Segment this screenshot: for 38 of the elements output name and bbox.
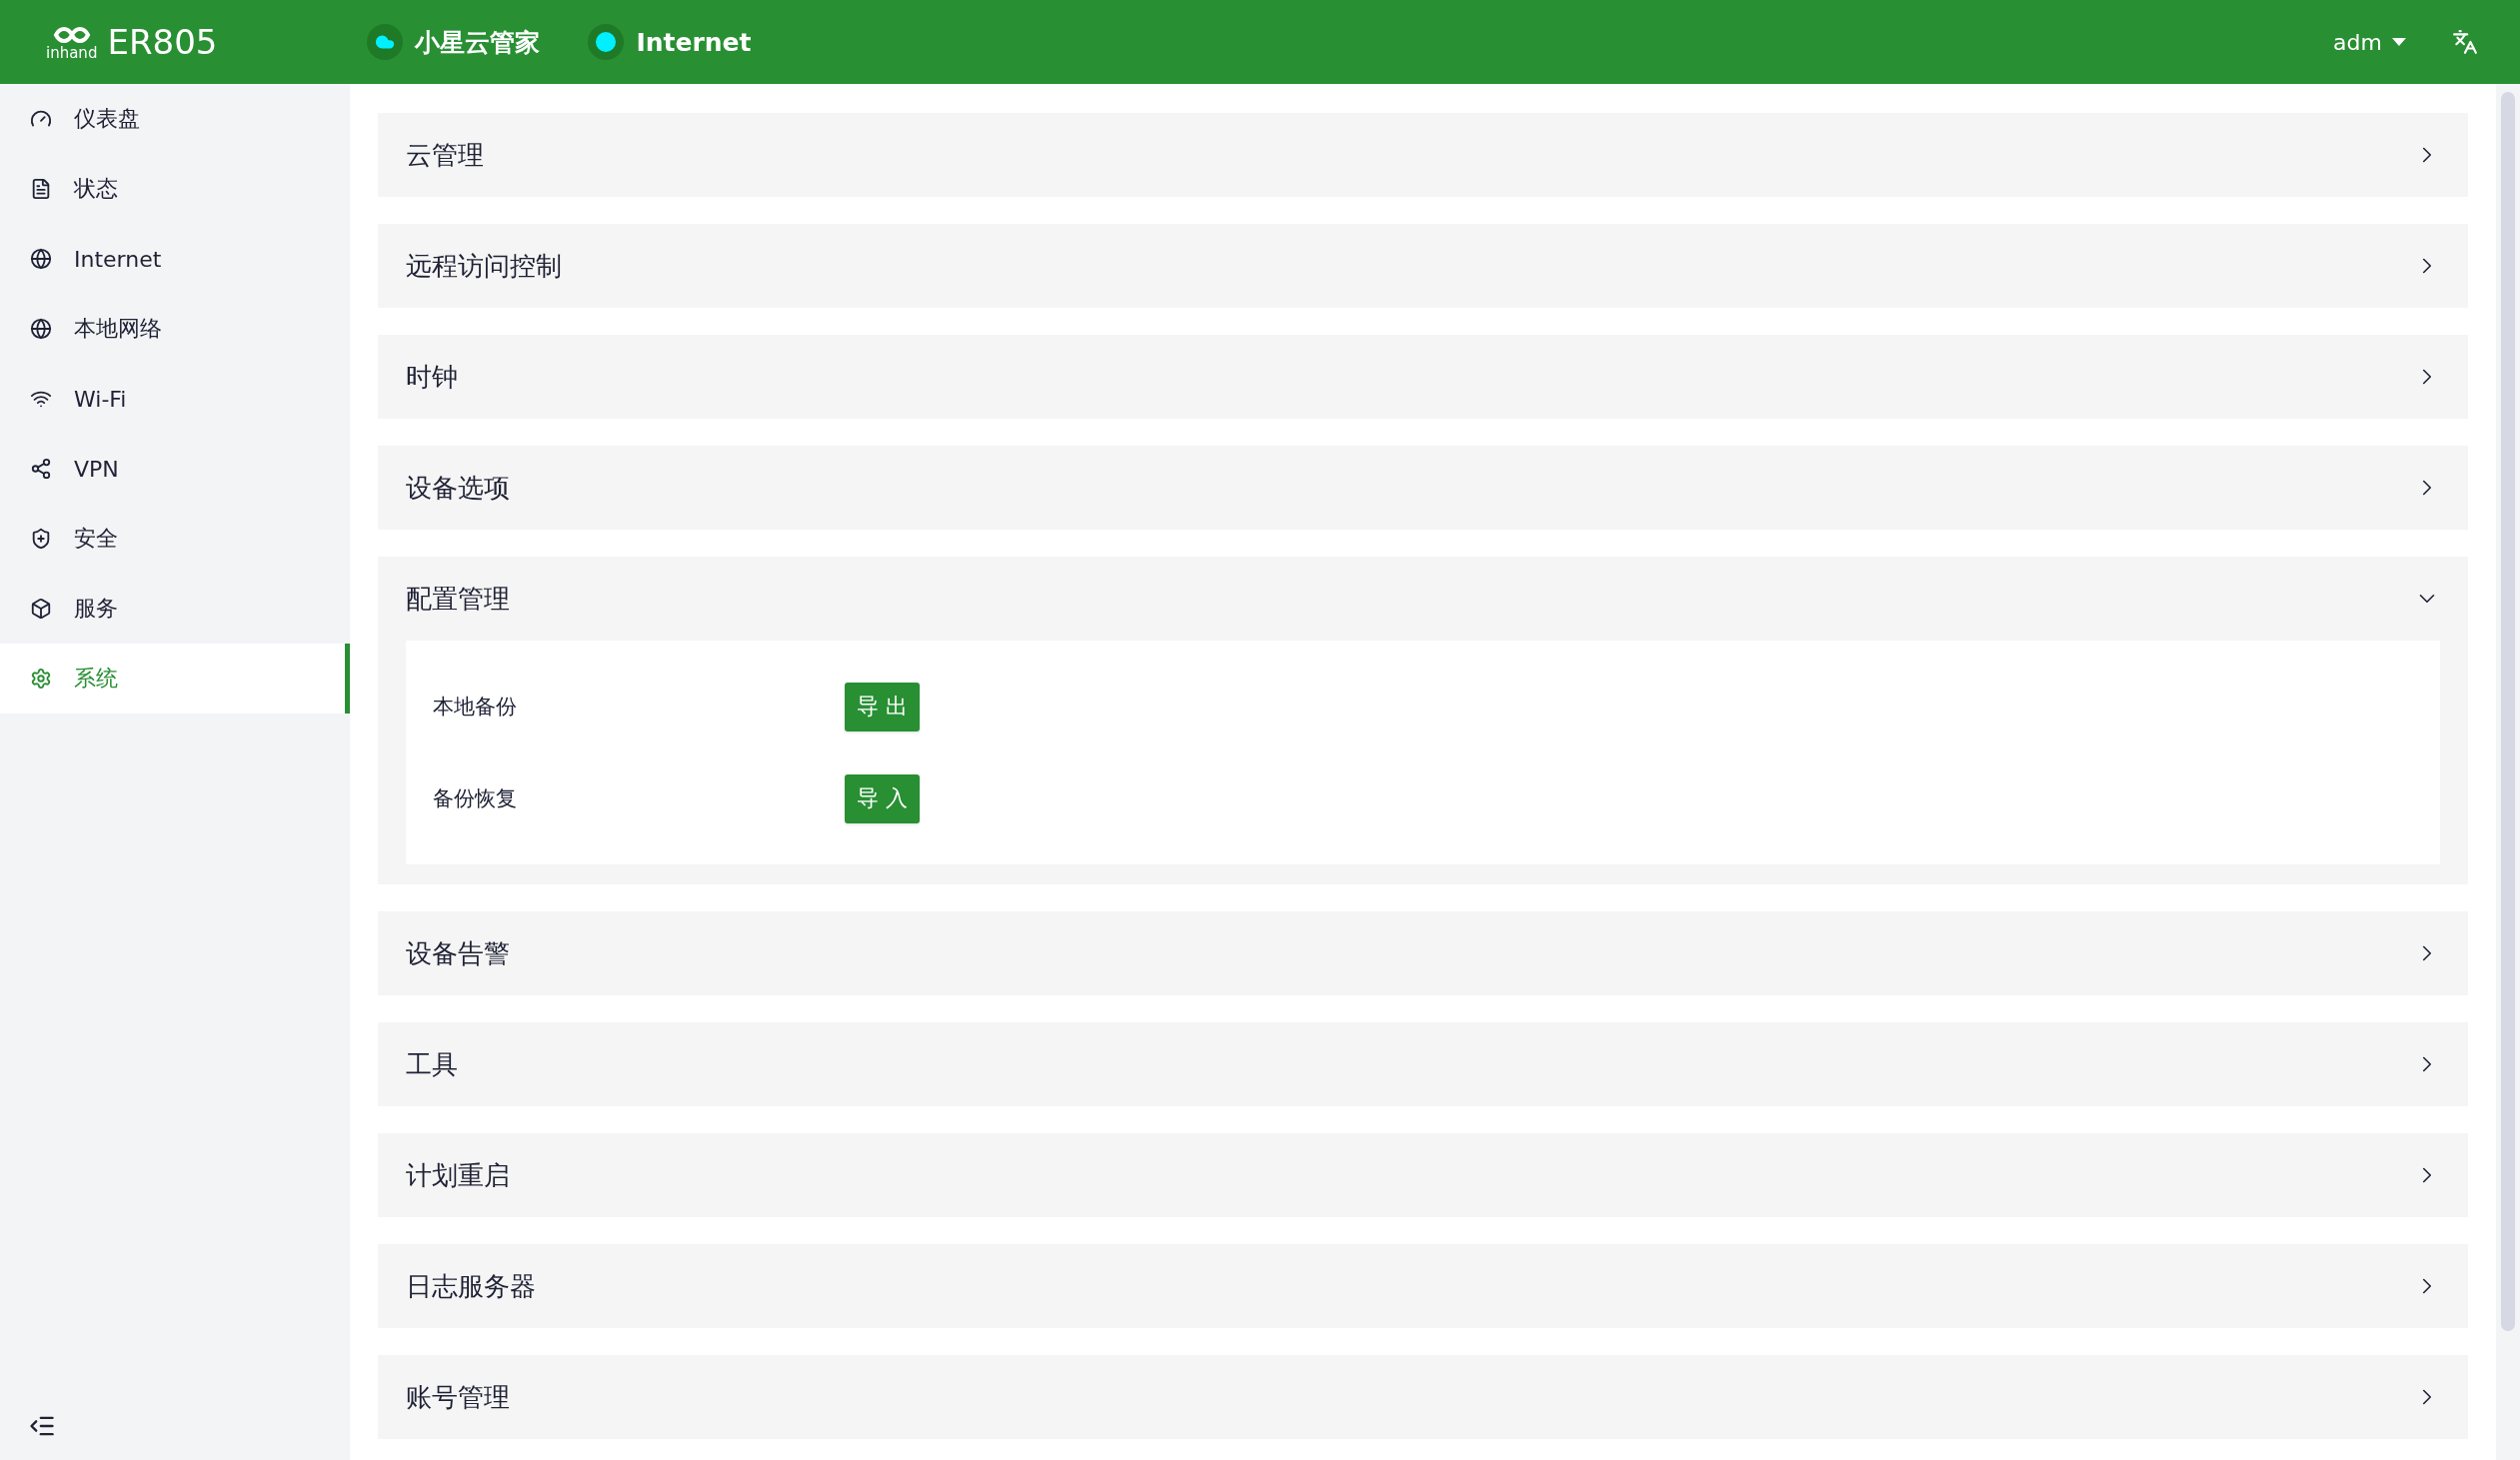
sidebar-item[interactable]: 服务 (0, 574, 350, 644)
scrollbar-thumb[interactable] (2501, 92, 2515, 1331)
document-icon (30, 178, 52, 200)
sidebar-item[interactable]: VPN (0, 434, 350, 504)
network-icon (30, 458, 52, 480)
panel-header[interactable]: 计划重启 (378, 1133, 2468, 1217)
panel-header[interactable]: 日志服务器 (378, 1244, 2468, 1328)
cube-icon (30, 598, 52, 620)
sidebar-item[interactable]: 本地网络 (0, 294, 350, 364)
language-button[interactable] (2450, 27, 2480, 57)
sidebar-item[interactable]: Wi-Fi (0, 364, 350, 434)
sidebar-item[interactable]: 安全 (0, 504, 350, 574)
globe-icon (30, 318, 52, 340)
panel-header[interactable]: 账号管理 (378, 1355, 2468, 1439)
status-label: 小星云管家 (415, 26, 541, 59)
shield-icon (30, 528, 52, 550)
action-button[interactable]: 导 出 (845, 682, 920, 731)
brand-logo: inhand (46, 23, 98, 61)
product-name: ER805 (107, 22, 218, 62)
sidebar-item[interactable]: 仪表盘 (0, 84, 350, 154)
setting-label: 本地备份 (433, 694, 518, 721)
panel-header[interactable]: 配置管理 (378, 557, 2468, 641)
sidebar-item[interactable]: 系统 (0, 644, 350, 714)
settings-icon (30, 668, 52, 690)
user-menu[interactable]: adm (2329, 25, 2410, 59)
panel-header[interactable]: 时钟 (378, 335, 2468, 419)
setting-label: 备份恢复 (433, 785, 518, 812)
panel-header[interactable]: 设备选项 (378, 446, 2468, 530)
caret-icon (2392, 38, 2406, 46)
globe-icon (30, 248, 52, 270)
panel-header[interactable]: 工具 (378, 1022, 2468, 1106)
panel-header[interactable]: 远程访问控制 (378, 224, 2468, 308)
sidebar-item[interactable]: Internet (0, 224, 350, 294)
sidebar-item[interactable]: 状态 (0, 154, 350, 224)
panel-header[interactable]: 设备告警 (378, 911, 2468, 995)
panel-header[interactable]: 云管理 (378, 113, 2468, 197)
action-button[interactable]: 导 入 (845, 773, 920, 823)
status-label: Internet (636, 27, 752, 57)
